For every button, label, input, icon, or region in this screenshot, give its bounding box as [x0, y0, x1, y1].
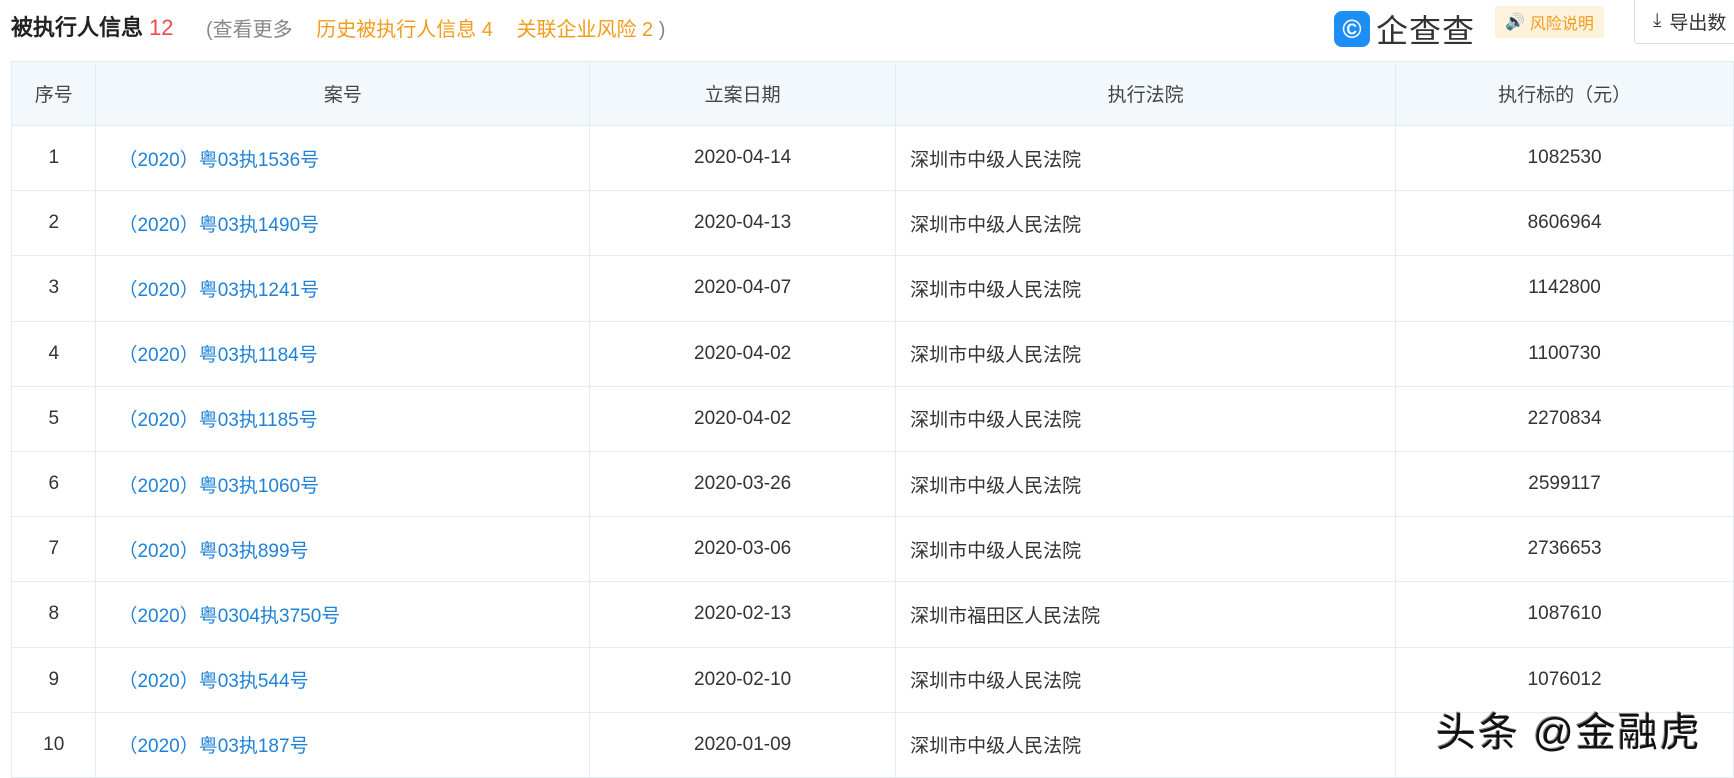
row-index: 8 [10, 581, 97, 648]
related-risk-link[interactable]: 关联企业风险 2 [516, 19, 653, 41]
court: 深圳市中级人民法院 [895, 450, 1397, 518]
case-number: （2020）粤0304执3750号 [95, 581, 591, 648]
case-number-link[interactable]: （2020）粤03执1536号 [118, 150, 319, 171]
section-header: 被执行人信息 12 (查看更多 历史被执行人信息 4 关联企业风险 2 ) © 企… [0, 0, 1734, 56]
row-index: 6 [10, 450, 97, 518]
case-number: （2020）粤03执899号 [95, 516, 591, 583]
section-title: 被执行人信息 12 [11, 10, 174, 42]
column-header: 执行标的（元） [1395, 61, 1734, 126]
case-number: （2020）粤03执1490号 [95, 190, 591, 257]
case-number-link[interactable]: （2020）粤03执1184号 [118, 345, 317, 366]
filing-date: 2020-04-02 [589, 385, 897, 452]
risk-explanation-button[interactable]: 🔊 风险说明 [1495, 6, 1604, 38]
export-label: 导出数 [1669, 12, 1727, 34]
table-row: 1 （2020）粤03执1536号 2020-04-14 深圳市中级人民法院 10825… [10, 124, 1734, 192]
case-number: （2020）粤03执1184号 [95, 320, 591, 387]
title-text: 被执行人信息 [11, 15, 144, 40]
amount: 1142800 [1395, 255, 1734, 322]
more-links: (查看更多 历史被执行人信息 4 关联企业风险 2 ) [206, 13, 665, 42]
case-number-link[interactable]: （2020）粤03执1060号 [118, 476, 319, 497]
court: 深圳市中级人民法院 [895, 124, 1397, 192]
case-number-link[interactable]: （2020）粤03执1490号 [118, 215, 319, 236]
court: 深圳市中级人民法院 [895, 320, 1397, 387]
column-header: 序号 [10, 61, 97, 126]
amount: 8606964 [1395, 190, 1734, 257]
watermark: 头条 @金融虎 [1436, 711, 1702, 755]
brand-logo: © 企查查 [1334, 6, 1475, 52]
filing-date: 2020-04-02 [589, 320, 897, 387]
history-link[interactable]: 历史被执行人信息 4 [316, 19, 493, 41]
amount: 1100730 [1395, 320, 1734, 387]
column-header: 立案日期 [589, 61, 897, 126]
case-number: （2020）粤03执1536号 [95, 124, 591, 192]
court: 深圳市中级人民法院 [895, 190, 1397, 257]
row-index: 3 [10, 255, 97, 322]
case-number: （2020）粤03执1241号 [95, 255, 591, 322]
row-index: 4 [10, 320, 97, 387]
row-index: 2 [10, 190, 97, 257]
table-row: 3 （2020）粤03执1241号 2020-04-07 深圳市中级人民法院 11428… [10, 255, 1734, 322]
amount: 2270834 [1395, 385, 1734, 452]
row-index: 7 [10, 516, 97, 583]
case-number: （2020）粤03执187号 [95, 711, 591, 778]
risk-label: 风险说明 [1529, 16, 1594, 33]
amount: 1082530 [1395, 124, 1734, 192]
table-row: 7 （2020）粤03执899号 2020-03-06 深圳市中级人民法院 273665… [10, 516, 1734, 583]
row-index: 1 [10, 124, 97, 192]
court: 深圳市福田区人民法院 [895, 581, 1397, 648]
case-number-link[interactable]: （2020）粤03执544号 [118, 671, 308, 692]
case-number-link[interactable]: （2020）粤03执187号 [118, 736, 308, 757]
more-prefix: (查看更多 [206, 19, 293, 41]
filing-date: 2020-02-13 [589, 581, 897, 648]
case-number-link[interactable]: （2020）粤03执1185号 [118, 410, 317, 431]
case-number-link[interactable]: （2020）粤03执899号 [118, 541, 308, 562]
court: 深圳市中级人民法院 [895, 516, 1397, 583]
table-row: 2 （2020）粤03执1490号 2020-04-13 深圳市中级人民法院 86069… [10, 190, 1734, 257]
amount: 2736653 [1395, 516, 1734, 583]
court: 深圳市中级人民法院 [895, 646, 1397, 713]
filing-date: 2020-03-06 [589, 516, 897, 583]
case-number-link[interactable]: （2020）粤03执1241号 [118, 280, 319, 301]
download-icon: ⤓ [1653, 10, 1662, 31]
record-count: 12 [149, 15, 174, 40]
case-number-link[interactable]: （2020）粤0304执3750号 [118, 606, 340, 627]
row-index: 9 [10, 646, 97, 713]
amount: 1087610 [1395, 581, 1734, 648]
filing-date: 2020-04-13 [589, 190, 897, 257]
table-row: 5 （2020）粤03执1185号 2020-04-02 深圳市中级人民法院 22708… [10, 385, 1734, 452]
export-button[interactable]: ⤓ 导出数 [1634, 0, 1734, 44]
logo-text: 企查查 [1376, 13, 1476, 49]
filing-date: 2020-04-14 [589, 124, 897, 192]
filing-date: 2020-01-09 [589, 711, 897, 778]
row-index: 5 [10, 385, 97, 452]
table-header: 序号 案号 立案日期 执行法院 执行标的（元） [10, 61, 1734, 126]
table-row: 6 （2020）粤03执1060号 2020-03-26 深圳市中级人民法院 25991… [10, 450, 1734, 518]
more-suffix: ) [658, 19, 666, 41]
filing-date: 2020-02-10 [589, 646, 897, 713]
column-header: 执行法院 [895, 61, 1397, 126]
column-header: 案号 [95, 61, 591, 126]
logo-icon: © [1334, 11, 1370, 47]
case-number: （2020）粤03执544号 [95, 646, 591, 713]
filing-date: 2020-04-07 [589, 255, 897, 322]
table-row: 8 （2020）粤0304执3750号 2020-02-13 深圳市福田区人民法院 10… [10, 581, 1734, 648]
table-row: 4 （2020）粤03执1184号 2020-04-02 深圳市中级人民法院 11007… [10, 320, 1734, 387]
court: 深圳市中级人民法院 [895, 385, 1397, 452]
court: 深圳市中级人民法院 [895, 711, 1397, 778]
row-index: 10 [10, 711, 97, 778]
executed-person-table: 序号 案号 立案日期 执行法院 执行标的（元） 1 （2020）粤03执1536号 2020… [10, 61, 1734, 778]
filing-date: 2020-03-26 [589, 450, 897, 518]
speaker-icon: 🔊 [1505, 14, 1525, 31]
amount: 2599117 [1395, 450, 1734, 518]
case-number: （2020）粤03执1185号 [95, 385, 591, 452]
court: 深圳市中级人民法院 [895, 255, 1397, 322]
case-number: （2020）粤03执1060号 [95, 450, 591, 518]
